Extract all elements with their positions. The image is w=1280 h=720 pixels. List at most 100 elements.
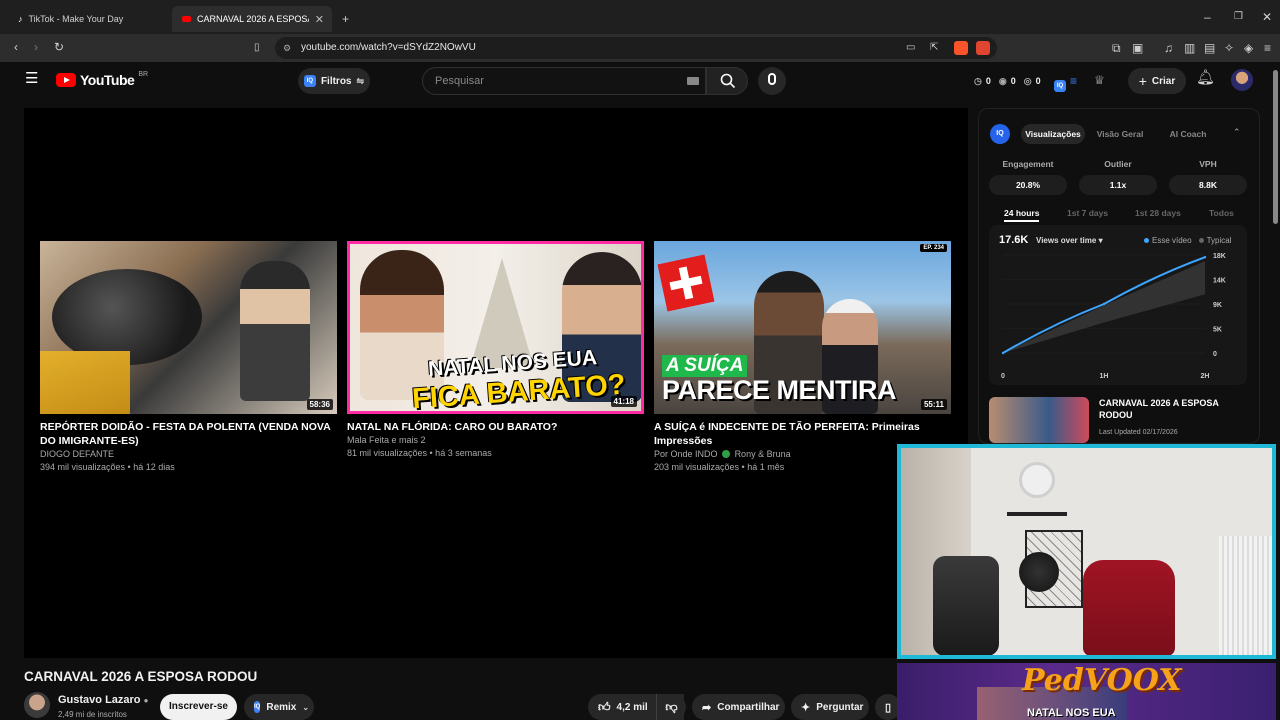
channel-avatar[interactable] xyxy=(24,692,50,718)
shelf-image xyxy=(1007,512,1067,516)
search-button[interactable] xyxy=(706,67,748,95)
search-input[interactable]: Pesquisar xyxy=(422,67,706,95)
data-point-this-video xyxy=(1001,351,1005,355)
tiktok-icon: ♪ xyxy=(18,14,23,24)
x-tick-label: 0 xyxy=(1001,373,1005,380)
channel-avatar-icon xyxy=(722,450,731,458)
remix-label: Remix xyxy=(266,701,297,713)
related-video-thumbnail[interactable] xyxy=(989,397,1089,443)
new-tab-icon[interactable]: + xyxy=(342,12,349,26)
suggested-video-card[interactable]: EP. 234 A SUÍÇA PARECE MENTIRA 55:11 A S… xyxy=(654,241,951,474)
metric-label: Engagement xyxy=(1002,159,1054,169)
remix-button[interactable]: IQ Remix ⌄ xyxy=(244,694,314,720)
related-video-title[interactable]: CARNAVAL 2026 A ESPOSA RODOU xyxy=(1099,397,1239,421)
person-image xyxy=(240,261,310,401)
tab-tiktok[interactable]: ♪ TikTok - Make Your Day xyxy=(8,6,170,32)
video-stats: 394 mil visualizações • há 12 dias xyxy=(40,462,175,472)
channel-name[interactable]: Por Onde INDO xyxy=(654,449,718,459)
dislike-button[interactable]: 👎︎ xyxy=(656,694,686,720)
keyboard-icon[interactable] xyxy=(687,77,699,85)
ai-icon[interactable]: ✧ xyxy=(1224,41,1234,55)
red-chair-image xyxy=(1083,560,1175,655)
iq-logo-icon[interactable]: IQ xyxy=(1054,74,1066,92)
video-thumbnail[interactable]: 58:36 xyxy=(40,241,337,414)
youtube-icon xyxy=(182,16,191,22)
close-tab-icon[interactable]: ✕ xyxy=(315,13,324,26)
trophy-icon[interactable]: ♕ xyxy=(1094,73,1105,87)
voice-search-button[interactable] xyxy=(758,67,786,95)
filters-button[interactable]: IQ Filtros ⇋ xyxy=(298,68,370,94)
menu-icon[interactable]: ≡ xyxy=(1264,41,1271,55)
cast-icon[interactable]: ▭ xyxy=(906,41,915,55)
subscribe-button[interactable]: Inscrever-se xyxy=(160,694,237,720)
youtube-header: ☰ YouTube BR IQ Filtros ⇋ Pesquisar ◷ 0 ◉… xyxy=(0,62,1280,100)
channel-name-text: Gustavo Lazaro xyxy=(58,694,141,706)
hamburger-menu-icon[interactable]: ☰ xyxy=(25,71,38,86)
minimize-icon[interactable]: – xyxy=(1204,10,1211,24)
channel-name[interactable]: Mala Feita e mais 2 xyxy=(347,434,644,447)
tab-youtube[interactable]: CARNAVAL 2026 A ESPOSA RODOU ✕ xyxy=(172,6,332,32)
share-page-icon[interactable]: ⇱ xyxy=(930,41,938,55)
sidebar-icon[interactable]: ▥ xyxy=(1184,41,1195,55)
avatar[interactable] xyxy=(1231,69,1253,91)
suggested-video-card[interactable]: 58:36 REPÓRTER DOIDÃO - FESTA DA POLENTA… xyxy=(40,241,337,474)
site-info-icon[interactable]: ⚙ xyxy=(283,37,291,59)
data-point-this-video xyxy=(1102,302,1106,306)
channel-name[interactable]: DIOGO DEFANTE xyxy=(40,448,337,461)
tab-visualizacoes[interactable]: Visualizações xyxy=(1021,124,1085,144)
ask-button[interactable]: ✦ Perguntar xyxy=(791,694,869,720)
tab-visao-geral[interactable]: Visão Geral xyxy=(1089,124,1151,144)
extensions-icon[interactable]: ⧉ xyxy=(1112,41,1121,55)
metric-value: 20.8% xyxy=(989,175,1067,195)
video-player[interactable]: 58:36 REPÓRTER DOIDÃO - FESTA DA POLENTA… xyxy=(24,108,968,658)
screenshot-icon[interactable]: ▣ xyxy=(1132,41,1143,55)
bookmark-icon[interactable]: ▯ xyxy=(254,41,260,55)
rewards-icon[interactable] xyxy=(976,41,990,55)
list-icon[interactable]: ≡ xyxy=(1070,74,1077,88)
y-tick-label: 0 xyxy=(1213,351,1217,358)
yellow-sign-image xyxy=(40,351,130,414)
plus-icon: + xyxy=(1138,73,1147,89)
range-7d[interactable]: 1st 7 days xyxy=(1067,208,1108,218)
notifications-bell-icon[interactable]: 🔔︎ xyxy=(1196,70,1215,85)
channel-name-main[interactable]: Gustavo Lazaro ● xyxy=(58,694,148,706)
ask-label: Perguntar xyxy=(816,701,864,713)
vpn-icon[interactable]: ◈ xyxy=(1244,41,1253,55)
channel-name-2[interactable]: Rony & Bruna xyxy=(735,449,791,459)
logo-text: YouTube xyxy=(80,72,135,88)
y-tick-label: 18K xyxy=(1213,253,1226,260)
duration-badge: 41:18 xyxy=(610,396,637,407)
tab-ai-coach[interactable]: AI Coach xyxy=(1157,124,1219,144)
youtube-logo[interactable]: YouTube BR xyxy=(56,71,148,88)
create-label: Criar xyxy=(1151,75,1176,87)
series-area-typical xyxy=(1003,261,1205,353)
create-button[interactable]: + Criar xyxy=(1128,68,1186,94)
page-scrollbar[interactable] xyxy=(1273,70,1278,224)
reload-icon[interactable]: ↻ xyxy=(54,40,64,54)
video-title[interactable]: REPÓRTER DOIDÃO - FESTA DA POLENTA (VEND… xyxy=(40,420,337,448)
range-24h[interactable]: 24 hours xyxy=(1004,208,1040,222)
streamer-banner: PedVOOX NATAL NOS EUA xyxy=(897,663,1276,720)
range-all[interactable]: Todos xyxy=(1209,208,1234,218)
brave-shield-icon[interactable] xyxy=(954,41,968,55)
video-thumbnail[interactable]: EP. 234 A SUÍÇA PARECE MENTIRA 55:11 xyxy=(654,241,951,414)
forward-icon[interactable]: › xyxy=(34,40,38,54)
video-title[interactable]: NATAL NA FLÓRIDA: CARO OU BARATO? xyxy=(347,420,644,434)
share-button[interactable]: ➦ Compartilhar xyxy=(692,694,785,720)
url-field[interactable]: ⚙ youtube.com/watch?v=dSYdZ2NOwVU xyxy=(275,37,997,59)
range-28d[interactable]: 1st 28 days xyxy=(1135,208,1181,218)
back-icon[interactable]: ‹ xyxy=(14,40,18,54)
banner-partial-text: NATAL NOS EUA xyxy=(1027,707,1116,719)
restore-icon[interactable]: ❐ xyxy=(1234,10,1243,24)
music-icon[interactable]: ♫ xyxy=(1164,41,1173,55)
close-window-icon[interactable]: ✕ xyxy=(1262,10,1272,24)
thumbnail-text-line2: PARECE MENTIRA xyxy=(662,375,897,405)
iq-icon: IQ xyxy=(303,75,316,87)
suggested-video-card[interactable]: NATAL NOS EUA FICA BARATO? 41:18 NATAL N… xyxy=(347,241,644,460)
collapse-chevron-icon[interactable]: ⌃ xyxy=(1233,127,1241,138)
sliders-icon: ⇋ xyxy=(356,75,365,86)
wallet-icon[interactable]: ▤ xyxy=(1204,41,1215,55)
banner-logo-text: PedVOOX xyxy=(1022,663,1182,698)
duration-badge: 58:36 xyxy=(306,399,333,410)
video-thumbnail[interactable]: NATAL NOS EUA FICA BARATO? 41:18 xyxy=(347,241,644,414)
